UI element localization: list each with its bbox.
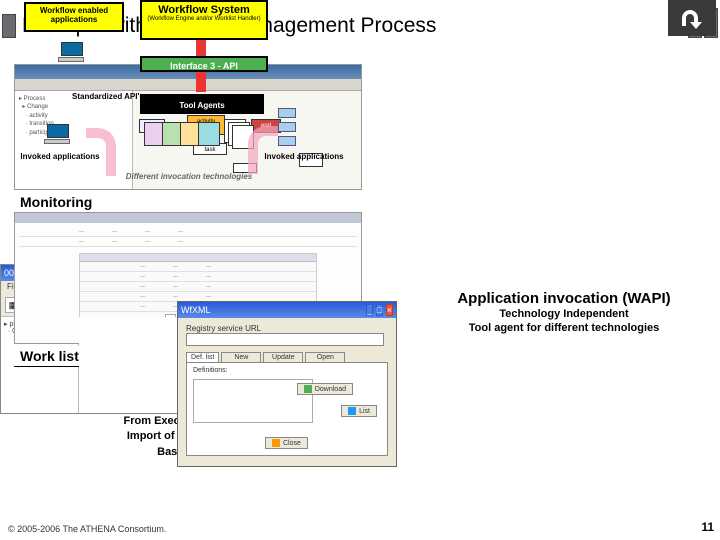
computer-icon bbox=[44, 124, 72, 146]
computer-icon bbox=[58, 42, 86, 64]
arch-tool-agents: Tool Agents bbox=[140, 94, 264, 114]
server-icon bbox=[278, 108, 296, 150]
url-input[interactable] bbox=[186, 333, 384, 346]
wapi-caption: Application invocation (WAPI) Technology… bbox=[424, 290, 704, 336]
window-title: WfXML bbox=[181, 305, 211, 315]
arch-box-wf-system: Workflow System (Workflow Engine and/or … bbox=[140, 0, 268, 40]
definitions-label: Definitions: bbox=[193, 367, 228, 374]
arch-box-wf-enabled: Workflow enabled applications bbox=[24, 2, 124, 32]
arch-interface-bar: Interface 3 - API bbox=[140, 56, 268, 72]
list-icon bbox=[348, 407, 356, 415]
red-arrow-icon bbox=[196, 72, 206, 92]
u-turn-icon bbox=[668, 0, 716, 36]
close-button[interactable]: × bbox=[386, 304, 393, 316]
table-row: ———— bbox=[19, 237, 357, 247]
window-titlebar[interactable]: WfXML _ □ × bbox=[178, 302, 396, 318]
definitions-list[interactable] bbox=[193, 379, 313, 423]
minimize-button[interactable]: _ bbox=[366, 304, 373, 316]
close-icon bbox=[272, 439, 280, 447]
wfxml-dialog: WfXML _ □ × Registry service URL Def. li… bbox=[177, 301, 397, 467]
download-button[interactable]: Download bbox=[297, 383, 353, 395]
close-dialog-button[interactable]: Close bbox=[265, 437, 308, 449]
red-arrow-icon bbox=[196, 40, 206, 56]
maximize-button[interactable]: □ bbox=[376, 304, 383, 316]
footer-copyright: © 2005-2006 The ATHENA Consortium. bbox=[8, 524, 166, 534]
page-number: 11 bbox=[701, 520, 714, 534]
list-button[interactable]: List bbox=[341, 405, 377, 417]
download-icon bbox=[304, 385, 312, 393]
tab-content: Definitions: Download List Close bbox=[186, 362, 388, 456]
arch-label-std-api: Standardized API's bbox=[72, 92, 144, 101]
url-label: Registry service URL bbox=[186, 324, 261, 333]
